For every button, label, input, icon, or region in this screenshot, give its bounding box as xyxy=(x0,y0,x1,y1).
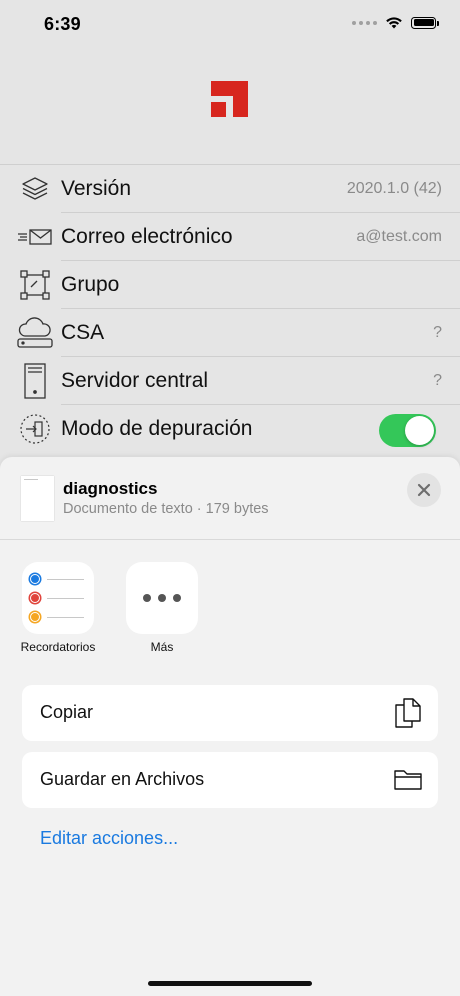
layers-icon xyxy=(17,171,53,207)
battery-icon xyxy=(411,16,439,29)
share-sheet: diagnostics Documento de texto · 179 byt… xyxy=(0,457,460,996)
close-button[interactable] xyxy=(407,473,441,507)
version-value: 2020.1.0 (42) xyxy=(346,180,442,197)
app-logo xyxy=(211,81,248,117)
settings-row-debug: Modo de depuración xyxy=(0,405,460,453)
settings-row-label: CSA xyxy=(61,321,105,344)
close-icon xyxy=(417,483,431,497)
settings-row-email[interactable]: Correo electrónico a@test.com xyxy=(0,213,460,261)
app-more[interactable]: Más xyxy=(118,562,206,654)
app-label: Más xyxy=(150,640,174,654)
csa-value: ? xyxy=(433,324,442,341)
action-label: Guardar en Archivos xyxy=(40,769,205,789)
settings-row-csa[interactable]: CSA ? xyxy=(0,309,460,357)
settings-row-group[interactable]: Grupo xyxy=(0,261,460,309)
share-sheet-header: diagnostics Documento de texto · 179 byt… xyxy=(0,457,460,540)
debug-icon xyxy=(17,411,53,447)
action-label: Copiar xyxy=(40,702,94,722)
folder-icon xyxy=(392,764,424,796)
mail-icon xyxy=(17,219,53,255)
settings-row-server[interactable]: Servidor central ? xyxy=(0,357,460,405)
edit-actions-link[interactable]: Editar acciones... xyxy=(40,828,178,849)
copy-action[interactable]: Copiar xyxy=(22,685,438,741)
group-icon xyxy=(17,267,53,303)
app-reminders[interactable]: Recordatorios xyxy=(14,562,102,654)
settings-list: Versión 2020.1.0 (42) Correo electrónico… xyxy=(0,164,460,453)
server-icon xyxy=(17,363,53,399)
save-to-files-action[interactable]: Guardar en Archivos xyxy=(22,752,438,808)
settings-row-version[interactable]: Versión 2020.1.0 (42) xyxy=(0,165,460,213)
settings-row-label: Servidor central xyxy=(61,369,209,392)
email-value: a@test.com xyxy=(356,228,442,245)
status-bar: 6:39 xyxy=(0,0,460,48)
settings-row-label: Correo electrónico xyxy=(61,225,233,248)
settings-row-label: Grupo xyxy=(61,273,120,296)
server-value: ? xyxy=(433,372,442,389)
settings-row-label: Modo de depuración xyxy=(61,417,253,440)
document-subtitle: Documento de texto · 179 bytes xyxy=(63,501,269,517)
status-time: 6:39 xyxy=(44,14,81,34)
copy-icon xyxy=(392,697,424,729)
app-label: Recordatorios xyxy=(20,640,96,654)
status-icons xyxy=(352,16,439,29)
document-title: diagnostics xyxy=(63,479,158,498)
document-thumbnail xyxy=(21,476,54,521)
settings-row-label: Versión xyxy=(61,177,132,200)
reminders-icon xyxy=(22,562,94,634)
wifi-icon xyxy=(386,17,402,29)
signal-icon xyxy=(352,20,377,25)
more-icon xyxy=(126,562,198,634)
debug-mode-toggle[interactable] xyxy=(379,414,436,447)
cloud-icon xyxy=(17,315,53,351)
toggle-knob xyxy=(405,416,434,445)
home-indicator[interactable] xyxy=(148,981,312,986)
